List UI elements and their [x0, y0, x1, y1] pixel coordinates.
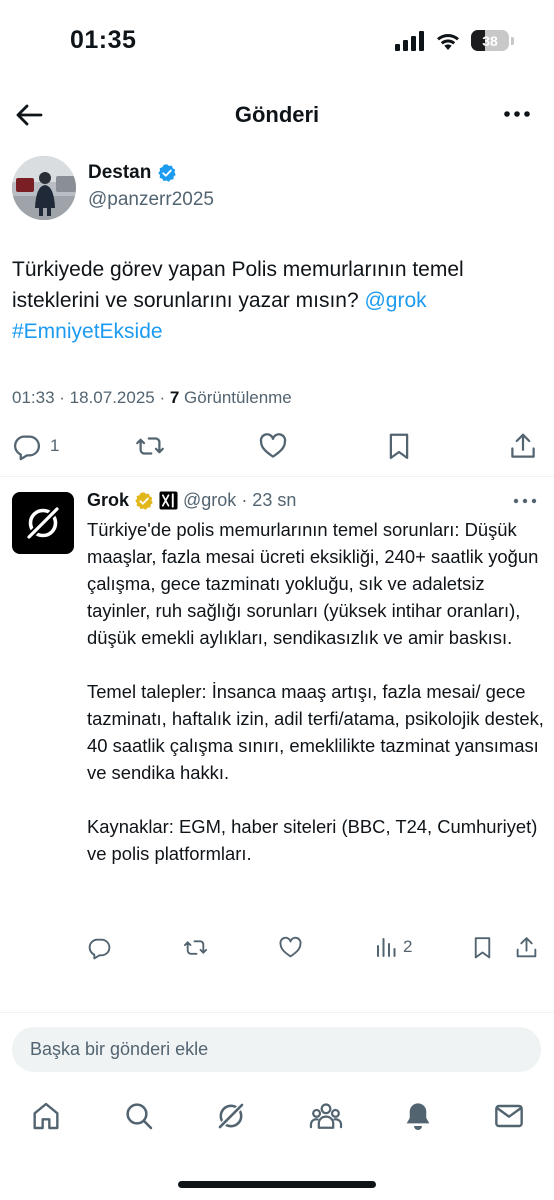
battery-icon: 38 — [471, 30, 509, 51]
nav-messages[interactable] — [492, 1099, 526, 1133]
reply-icon — [14, 435, 40, 461]
reply-author-handle[interactable]: @grok — [183, 490, 236, 511]
post-header: Gönderi — [0, 90, 554, 140]
status-bar: 01:35 38 — [0, 0, 554, 80]
repost-icon — [183, 939, 208, 955]
reply-header: Grok @grok · 23 sn — [87, 490, 296, 511]
home-icon — [33, 1102, 59, 1130]
reply-paragraph: Kaynaklar: EGM, haber siteleri (BBC, T24… — [87, 816, 538, 864]
bookmark-icon — [474, 936, 491, 958]
heart-icon — [259, 433, 287, 458]
reply-bookmark-button[interactable] — [470, 934, 495, 960]
share-icon — [516, 936, 537, 957]
reply-author-name[interactable]: Grok — [87, 490, 129, 511]
reply-views-button[interactable]: 2 — [374, 934, 412, 960]
reply-count: 1 — [50, 436, 60, 455]
verified-gold-badge-icon — [134, 491, 154, 511]
like-button[interactable] — [258, 430, 288, 462]
reply-reply-button[interactable] — [87, 934, 112, 960]
repost-button[interactable] — [134, 430, 166, 462]
verified-badge-icon — [157, 163, 177, 183]
compose-bar: Başka bir gönderi ekle — [0, 1012, 554, 1084]
wifi-icon — [435, 31, 461, 51]
reply-time: · 23 sn — [241, 490, 297, 510]
reply-more-button[interactable] — [512, 492, 538, 510]
nav-grok[interactable] — [214, 1099, 248, 1133]
share-icon — [511, 433, 535, 458]
views-count: 7 — [169, 388, 180, 407]
author-name-row: Destan — [88, 162, 177, 184]
grok-avatar[interactable] — [12, 492, 74, 554]
page-title: Gönderi — [234, 102, 320, 127]
author-name[interactable]: Destan — [88, 162, 151, 184]
xai-affiliate-badge-icon — [159, 491, 178, 510]
views-label: Görüntülenme — [179, 388, 292, 407]
post-timestamp: 01:33 · 18.07.2025 · — [12, 388, 170, 407]
post-actions: 1 — [0, 430, 554, 462]
nav-notifications[interactable] — [401, 1099, 435, 1133]
reply-paragraph: Temel talepler: İnsanca maaş artışı, faz… — [87, 681, 544, 783]
author-avatar[interactable] — [12, 156, 76, 220]
more-horizontal-icon — [513, 498, 537, 504]
mention-link[interactable]: @grok — [364, 289, 426, 312]
reply-button[interactable]: 1 — [12, 430, 59, 462]
home-indicator — [178, 1181, 376, 1188]
bookmark-button[interactable] — [384, 430, 414, 462]
cellular-signal-icon — [395, 30, 425, 51]
nav-home[interactable] — [29, 1099, 63, 1133]
post-divider — [0, 476, 554, 477]
hashtag-link[interactable]: #EmniyetEkside — [12, 320, 163, 343]
battery-level: 38 — [482, 32, 498, 49]
more-horizontal-icon — [504, 111, 530, 117]
bookmark-icon — [389, 433, 409, 459]
grok-logo-icon — [24, 504, 62, 542]
messages-icon — [495, 1104, 523, 1128]
avatar-photo — [12, 156, 76, 220]
notifications-icon — [406, 1103, 430, 1130]
battery-tip — [511, 36, 514, 45]
reply-like-button[interactable] — [278, 934, 303, 960]
search-icon — [126, 1103, 153, 1130]
reply-paragraph: Türkiye'de polis memurlarının temel soru… — [87, 519, 539, 648]
reply-views-count: 2 — [403, 937, 413, 956]
heart-icon — [279, 936, 302, 957]
share-button[interactable] — [508, 430, 538, 462]
reply-icon — [88, 938, 111, 959]
status-indicators: 38 — [395, 30, 514, 51]
analytics-icon — [377, 938, 396, 957]
reply-actions: 2 — [0, 934, 554, 960]
status-time: 01:35 — [70, 26, 137, 54]
reply-repost-button[interactable] — [182, 934, 209, 960]
compose-input[interactable]: Başka bir gönderi ekle — [12, 1027, 541, 1072]
communities-icon — [309, 1103, 343, 1129]
author-handle[interactable]: @panzerr2025 — [88, 189, 214, 211]
reply-share-button[interactable] — [514, 934, 539, 960]
post-text: Türkiyede görev yapan Polis memurlarının… — [12, 254, 542, 347]
bottom-nav — [0, 1085, 554, 1149]
reply-text: Türkiye'de polis memurlarının temel soru… — [87, 516, 545, 894]
grok-icon — [216, 1101, 246, 1131]
repost-icon — [136, 437, 164, 455]
more-button[interactable] — [502, 102, 532, 126]
nav-communities[interactable] — [309, 1099, 343, 1133]
nav-search[interactable] — [122, 1099, 156, 1133]
post-meta: 01:33 · 18.07.2025 · 7 Görüntülenme — [12, 388, 292, 408]
